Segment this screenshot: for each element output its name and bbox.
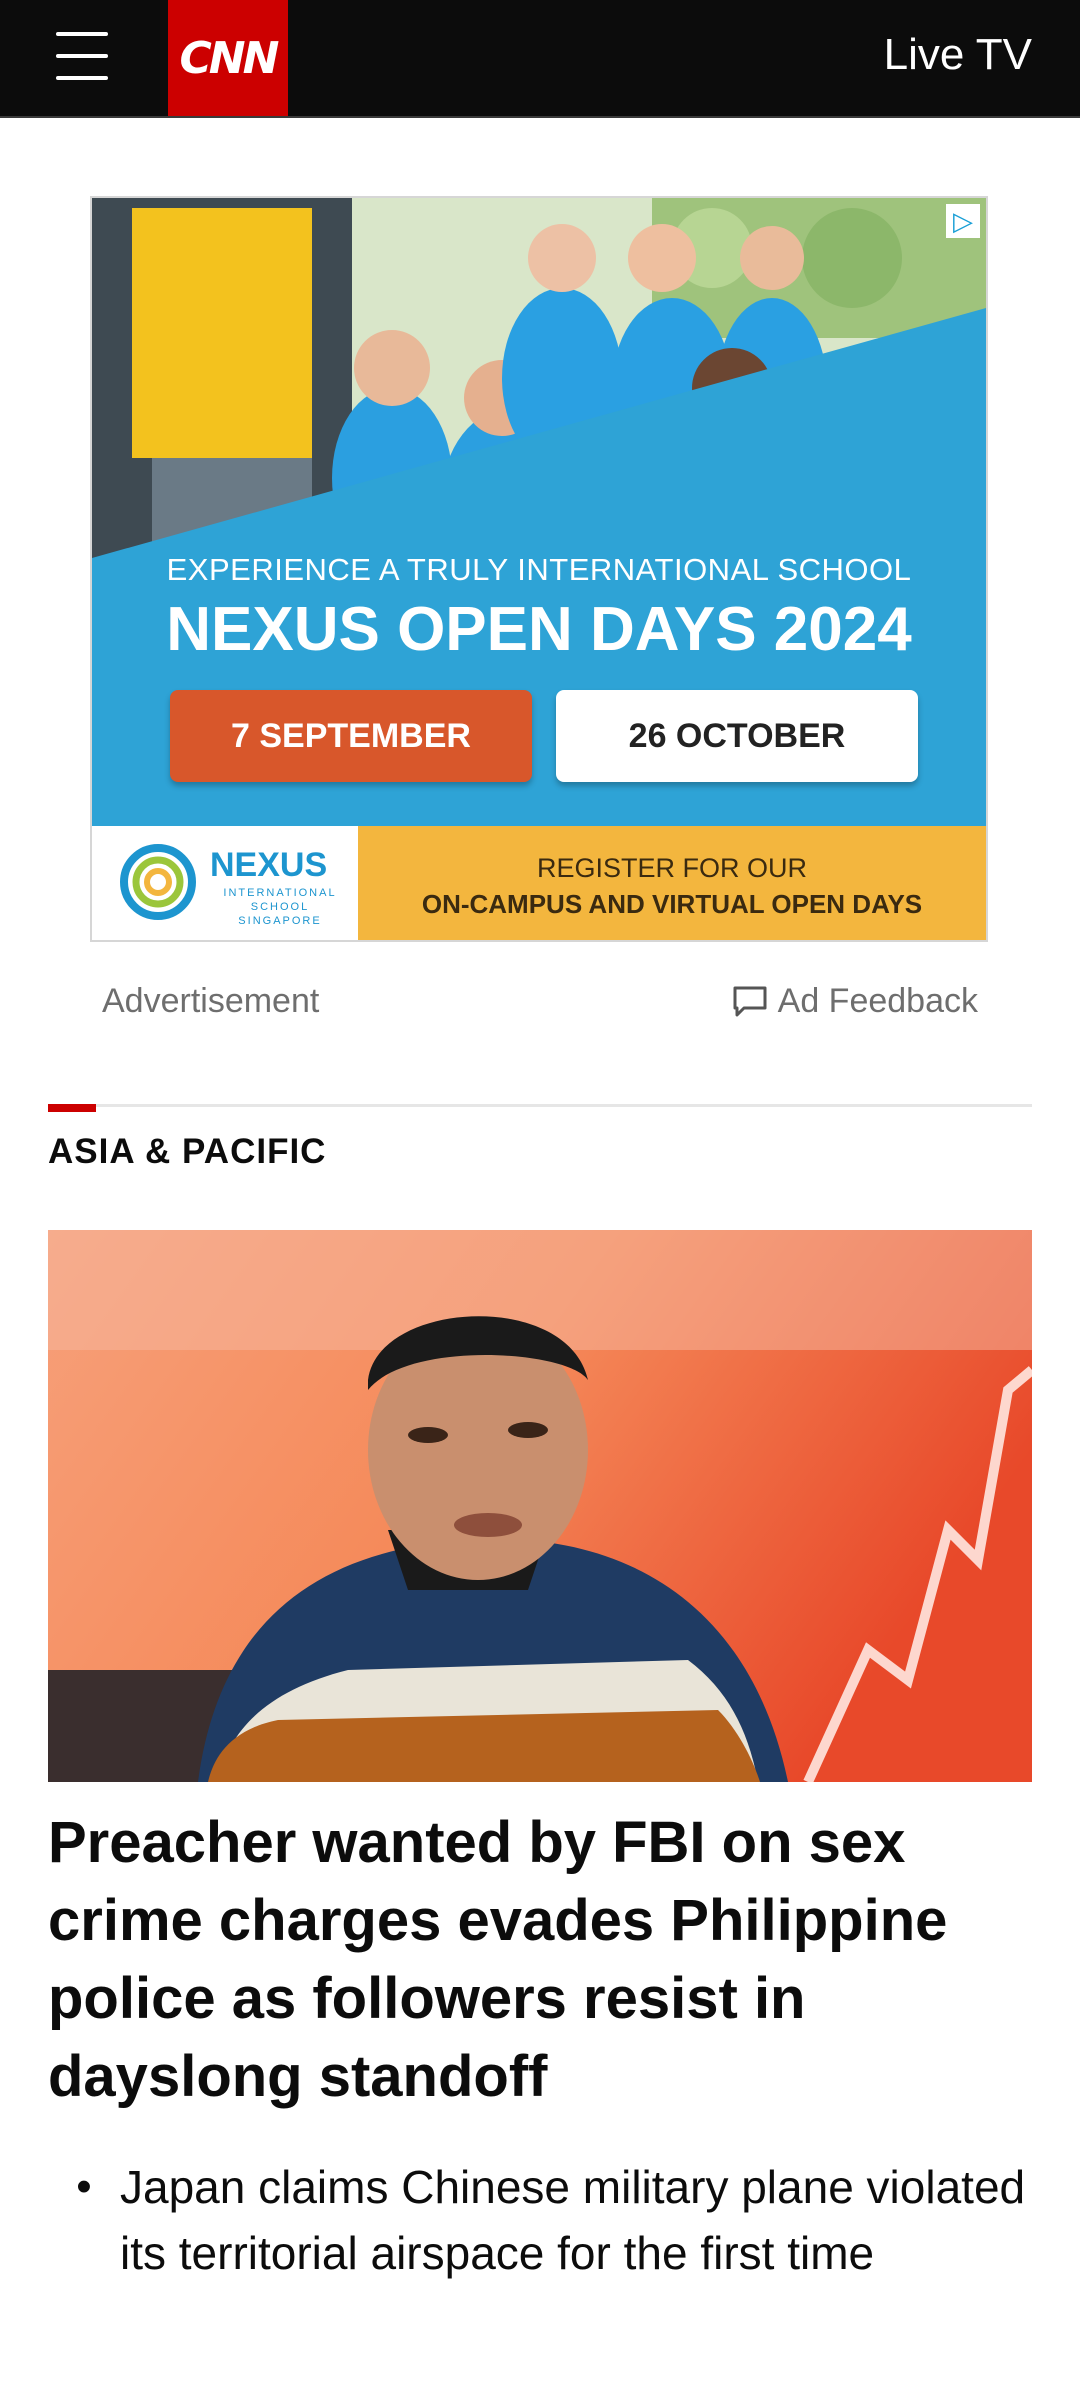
ad-feedback-label: Ad Feedback [777, 982, 978, 1020]
nexus-logo-name: NEXUS [210, 846, 328, 884]
bullet-icon: • [76, 2162, 92, 2211]
story-hero-image[interactable] [48, 1230, 1032, 1782]
related-story-item[interactable]: • Japan claims Chinese military plane vi… [48, 2154, 1032, 2286]
ad-headline: NEXUS OPEN DAYS 2024 [166, 595, 912, 664]
open-day-button-october[interactable]: 26 OCTOBER [556, 690, 918, 782]
ad-feedback-link[interactable]: Ad Feedback [732, 982, 978, 1021]
story-headline[interactable]: Preacher wanted by FBI on sex crime char… [48, 1804, 1038, 2116]
logo-text: CNN [179, 32, 280, 84]
open-day-button-september[interactable]: 7 SEPTEMBER [170, 690, 532, 782]
advertisement-label: Advertisement [102, 982, 320, 1020]
nexus-logo: NEXUS INTERNATIONAL SCHOOL SINGAPORE [92, 826, 358, 940]
adchoices-icon[interactable]: ▷ [946, 204, 980, 238]
ad-footer-strip: NEXUS INTERNATIONAL SCHOOL SINGAPORE REG… [92, 826, 986, 940]
section-divider-accent [48, 1104, 96, 1112]
section-divider [48, 1104, 1032, 1107]
nexus-logo-icon [120, 844, 196, 920]
ad-register-text: REGISTER FOR OUR ON-CAMPUS AND VIRTUAL O… [358, 850, 986, 922]
register-line-1: REGISTER FOR OUR [536, 853, 807, 883]
ad-photo-area: ▷ EXPERIENCE A TRULY INTERNATIONAL SCHOO… [92, 198, 986, 826]
register-line-2: ON-CAMPUS AND VIRTUAL OPEN DAYS [421, 889, 923, 919]
advertisement-banner[interactable]: ▷ EXPERIENCE A TRULY INTERNATIONAL SCHOO… [90, 196, 988, 942]
ad-children-photo [92, 198, 986, 558]
cnn-logo[interactable]: CNN [168, 0, 288, 116]
hamburger-menu-icon[interactable] [56, 30, 110, 80]
top-nav-bar: CNN Live TV [0, 0, 1080, 118]
comment-icon [733, 986, 767, 1016]
nexus-logo-subtitle: INTERNATIONAL SCHOOL SINGAPORE [223, 887, 337, 927]
related-story-text: Japan claims Chinese military plane viol… [120, 2161, 1026, 2279]
ad-tagline: EXPERIENCE A TRULY INTERNATIONAL SCHOOL [166, 552, 912, 587]
live-tv-link[interactable]: Live TV [884, 30, 1032, 80]
section-label[interactable]: ASIA & PACIFIC [48, 1132, 326, 1172]
